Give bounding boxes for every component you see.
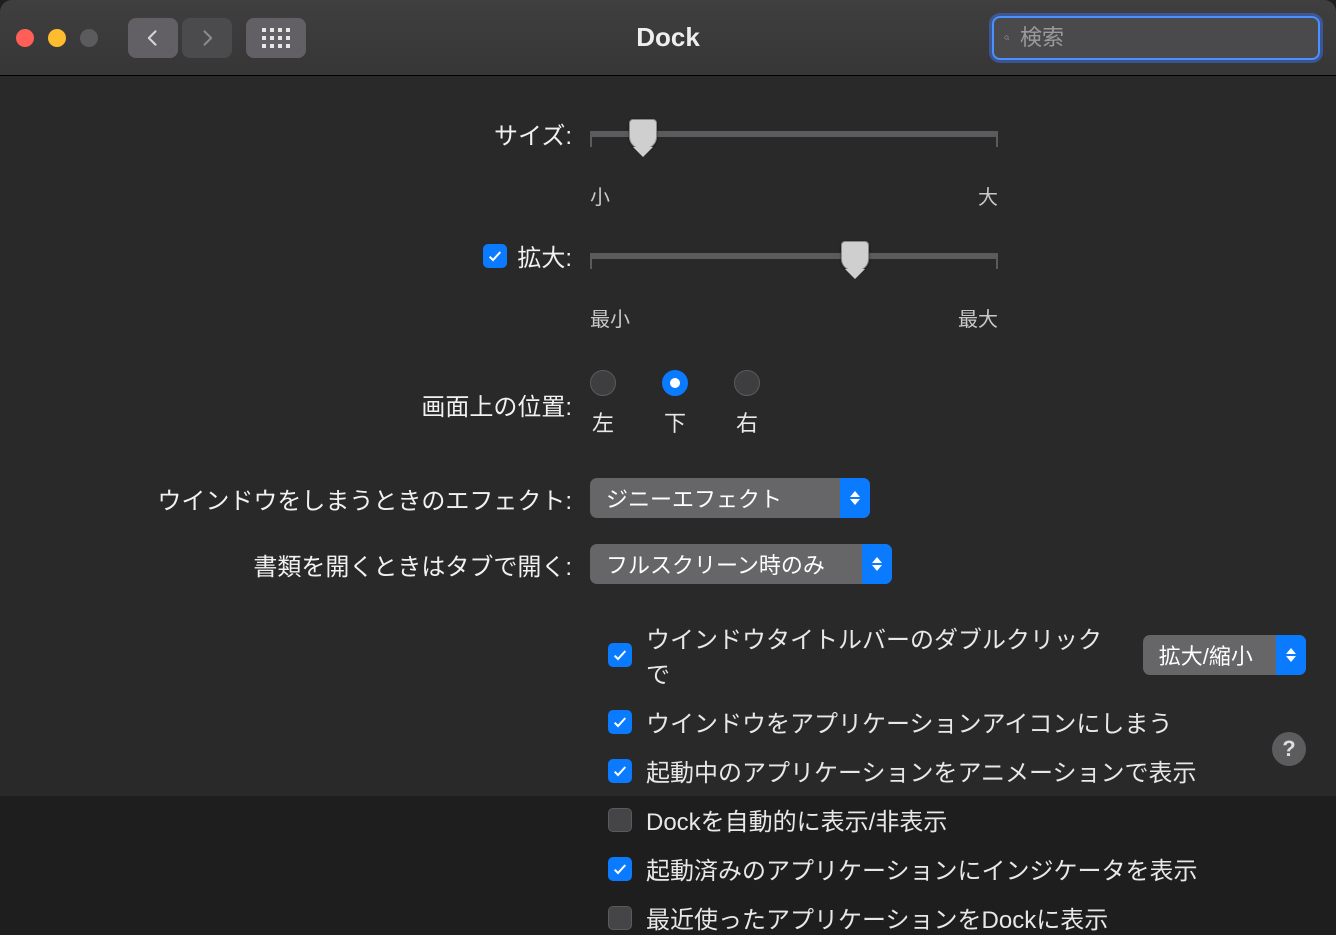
back-button[interactable] [128,18,178,58]
search-icon [1004,27,1010,49]
minimize-window-button[interactable] [48,29,66,47]
dblclick-label: ウインドウタイトルバーのダブルクリックで [646,620,1105,690]
magnification-label: 拡大: [517,238,572,273]
radio-label: 右 [736,406,758,438]
help-button[interactable]: ? [1272,732,1306,766]
open-in-tab-popup[interactable]: フルスクリーン時のみ [590,544,892,584]
traffic-lights [16,29,98,47]
open-in-tab-label: 書類を開くときはタブで開く: [30,547,590,582]
search-field[interactable] [992,16,1320,60]
dblclick-action-value: 拡大/縮小 [1159,639,1262,671]
grid-icon [262,28,290,48]
indicators-label: 起動済みのアプリケーションにインジケータを表示 [646,851,1198,886]
radio-label: 下 [664,406,686,438]
radio-label: 左 [592,406,614,438]
preferences-pane: サイズ: 小 大 拡大: [0,76,1336,796]
magnification-checkbox[interactable] [483,244,507,268]
autohide-label: Dockを自動的に表示/非表示 [646,802,947,837]
magnify-min-label: 最小 [590,303,630,332]
close-window-button[interactable] [16,29,34,47]
indicators-checkbox[interactable] [608,857,632,881]
forward-button[interactable] [182,18,232,58]
autohide-checkbox[interactable] [608,808,632,832]
position-label: 画面上の位置: [30,387,590,422]
position-radio-bottom[interactable]: 下 [662,370,688,438]
dblclick-action-popup[interactable]: 拡大/縮小 [1143,635,1306,675]
popup-arrows-icon [862,544,892,584]
recent-checkbox[interactable] [608,906,632,930]
minimize-into-checkbox[interactable] [608,710,632,734]
minimize-into-label: ウインドウをアプリケーションアイコンにしまう [646,704,1172,739]
position-radio-group: 左下右 [590,370,760,438]
size-label: サイズ: [30,116,590,151]
magnify-max-label: 最大 [958,303,998,332]
minimize-effect-popup[interactable]: ジニーエフェクト [590,478,870,518]
popup-arrows-icon [1276,635,1306,675]
size-min-label: 小 [590,181,610,210]
search-input[interactable] [1020,25,1308,51]
minimize-effect-value: ジニーエフェクト [606,482,826,514]
size-max-label: 大 [978,181,998,210]
options-group: ウインドウタイトルバーのダブルクリックで 拡大/縮小 ウインドウをアプリケーショ… [608,620,1306,935]
dblclick-checkbox[interactable] [608,643,632,667]
recent-label: 最近使ったアプリケーションをDockに表示 [646,900,1108,935]
animate-open-label: 起動中のアプリケーションをアニメーションで表示 [646,753,1197,788]
show-all-button[interactable] [246,18,306,58]
position-radio-left[interactable]: 左 [590,370,616,438]
popup-arrows-icon [840,478,870,518]
radio-button[interactable] [662,370,688,396]
radio-button[interactable] [734,370,760,396]
size-slider[interactable] [590,131,998,137]
zoom-window-button[interactable] [80,29,98,47]
radio-button[interactable] [590,370,616,396]
animate-open-checkbox[interactable] [608,759,632,783]
position-radio-right[interactable]: 右 [734,370,760,438]
magnification-slider-thumb[interactable] [841,241,869,271]
size-slider-thumb[interactable] [629,119,657,149]
titlebar: Dock [0,0,1336,76]
magnification-slider[interactable] [590,253,998,259]
open-in-tab-value: フルスクリーン時のみ [606,548,848,580]
minimize-effect-label: ウインドウをしまうときのエフェクト: [30,481,590,516]
